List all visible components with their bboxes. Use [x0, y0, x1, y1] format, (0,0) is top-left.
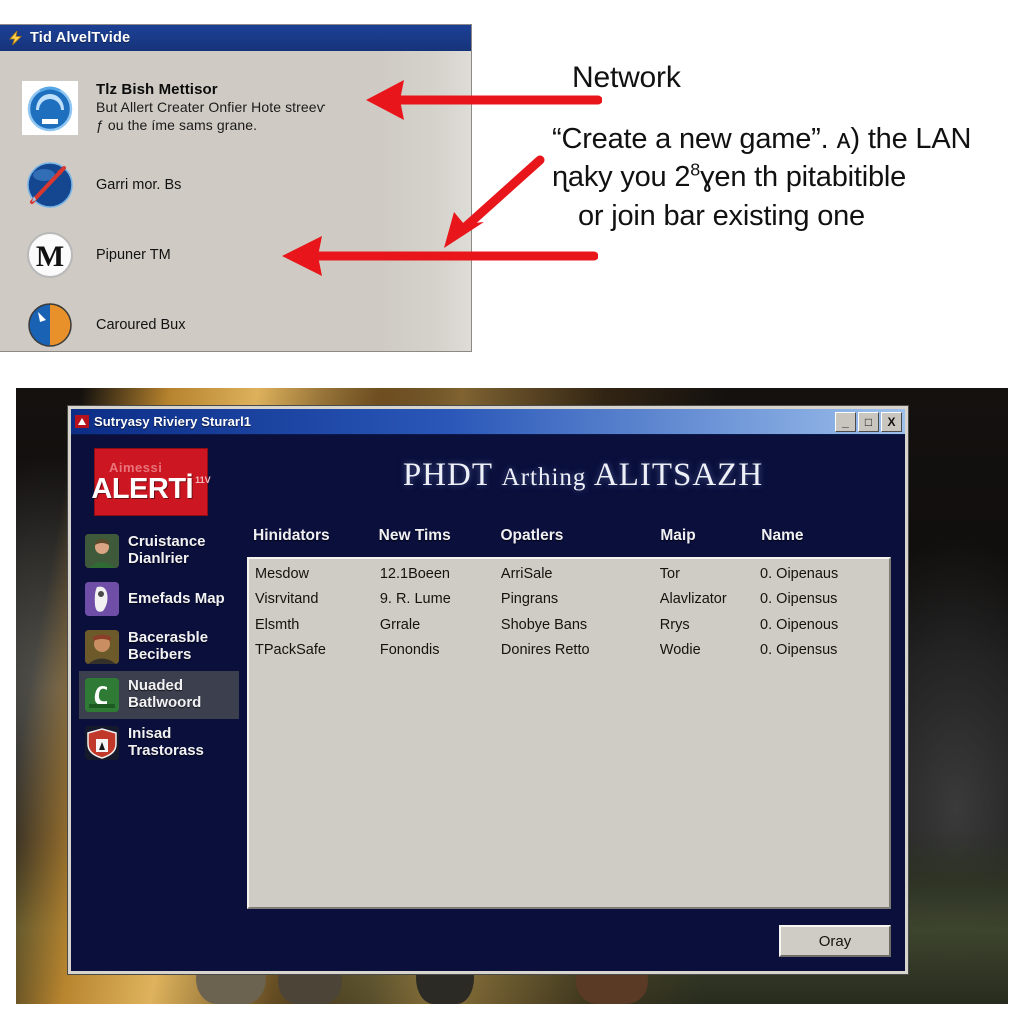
letter-m-circle-icon: M [20, 229, 80, 281]
dialog-title: Tid AlvelTvide [30, 30, 131, 46]
ok-button[interactable]: Oray [779, 925, 891, 957]
annotation-line-2: ɳaky you 28ɣen th pitabitible [552, 158, 1020, 197]
app-icon [75, 415, 89, 428]
table-row[interactable]: TPackSafe Fonondis Donires Retto Wodie 0… [249, 638, 889, 663]
red-shield-badge-icon [85, 726, 119, 760]
alert-logo-main: ALERTİ 11V [91, 472, 211, 505]
dialog-option-sub-1: But Allert Creater Onfier Hote streeѵ [96, 99, 326, 115]
annotation-line-2-superscript: 8 [690, 159, 701, 180]
dialog-option-sub-2: ƒ ou the íme sams grane. [96, 116, 258, 133]
sidebar-item-label: Bacerasble Becibers [128, 629, 209, 663]
table-cell: Grrale [379, 616, 421, 633]
game-window-title-group: Sutryasy Riviery Sturarl1 [75, 414, 251, 429]
sidebar-item-nuaded-batlwoord[interactable]: Nuaded Batlwoord [79, 671, 239, 719]
sidebar-item-emefads-map[interactable]: Emefads Map [79, 575, 239, 623]
table-cell: 0. Oipensus [760, 591, 838, 608]
table-column-header: New Tims [378, 527, 451, 544]
table-cell: Pingrans [500, 591, 559, 608]
table-cell: 0. Oipenous [760, 616, 839, 633]
table-column-header: Hinidators [253, 527, 330, 544]
sidebar-item-label: Inisad Trastorass [128, 725, 204, 759]
table-cell: TPackSafe [255, 642, 326, 659]
blue-globe-shield-icon [20, 79, 80, 137]
table-cell: Mesdow [255, 566, 309, 582]
game-screenshot-panel: Sutryasy Riviery Sturarl1 _ □ X Aimessi … [16, 388, 1008, 1004]
alert-logo-word: ALERTİ [91, 472, 194, 505]
table-cell: Visrvitand [255, 591, 319, 608]
game-window-body: Aimessi ALERTİ 11V PHDT Arthing ALITSAZH [71, 435, 905, 971]
annotation-line-2-b: ɣen th pitabitible [700, 161, 907, 194]
dialog-option-title: Tlz Bish Mettisor [96, 81, 218, 98]
minimize-button[interactable]: _ [835, 411, 856, 432]
heading-part-a: PHDT [402, 457, 493, 493]
dialog-option-title: Caroured Bux [96, 317, 186, 333]
green-emblem-icon [85, 678, 119, 712]
dialog-titlebar: Tid AlvelTvide [0, 25, 471, 51]
table-cell: Rrys [659, 616, 690, 633]
lightning-bolt-icon [8, 31, 24, 45]
table-cell: Elsmth [255, 616, 300, 633]
heading-part-small: Arthing [501, 464, 587, 491]
sidebar-item-label: Emefads Map [128, 589, 225, 607]
game-sidebar: Cruistance Dianlrier Emefads Map Baceras… [79, 527, 239, 961]
dialog-option-text: Tlz Bish Mettisor But Allert Creater Onf… [96, 79, 326, 135]
close-button[interactable]: X [881, 411, 902, 432]
table-row[interactable]: Visrvitand 9. R. Lume Pingrans Alavlizat… [249, 587, 889, 612]
blue-sphere-compass-icon [20, 159, 80, 211]
commander-portrait-icon [85, 630, 119, 664]
alert-logo-superscript: 11V [195, 474, 211, 485]
dialog-option-title: Garri mor. Bs [96, 177, 182, 193]
table-cell: 0. Oipensus [760, 642, 838, 659]
table-row[interactable]: Elsmth Grrale Shobye Bans Rrys 0. Oipeno… [249, 613, 889, 638]
table-header-row: Hinidators New Tims Opatlers Maip Name [247, 527, 891, 551]
table-cell: 12.1Boeen [379, 566, 450, 582]
svg-text:M: M [36, 240, 64, 273]
windows-dialog: Tid AlvelTvide Tlz Bish Mettisor But All… [0, 24, 472, 352]
heading-part-b: ALITSAZH [593, 457, 764, 493]
map-scroll-icon [85, 582, 119, 616]
alert-logo: Aimessi ALERTİ 11V [91, 449, 211, 515]
soldier-portrait-icon [85, 534, 119, 568]
annotation-text-block: Network “Create a new game”. ᴀ) the LAN … [552, 58, 1020, 236]
annotation-line-2-a: ɳaky you 2 [552, 161, 691, 194]
window-controls: _ □ X [835, 411, 902, 432]
sidebar-item-cruistance[interactable]: Cruistance Dianlrier [79, 527, 239, 575]
dialog-option-row[interactable]: Caroured Bux [0, 299, 471, 351]
sidebar-item-bacerasble[interactable]: Bacerasble Becibers [79, 623, 239, 671]
table-cell: Alavlizator [659, 591, 727, 608]
dialog-body: Tlz Bish Mettisor But Allert Creater Onf… [0, 51, 471, 351]
dialog-option-row[interactable]: M Pipuner TM [0, 229, 471, 281]
sidebar-item-inisad-trastorass[interactable]: Inisad Trastorass [79, 719, 239, 767]
table-body[interactable]: Mesdow 12.1Boeen ArriSale Tor 0. Oipenau… [247, 557, 891, 909]
game-network-window: Sutryasy Riviery Sturarl1 _ □ X Aimessi … [68, 406, 908, 974]
top-annotated-panel: Tid AlvelTvide Tlz Bish Mettisor But All… [0, 0, 1024, 372]
table-cell: Donires Retto [500, 642, 590, 659]
table-cell: Wodie [659, 642, 701, 659]
table-cell: ArriSale [500, 566, 553, 582]
orange-blue-globe-icon [20, 299, 80, 351]
table-cell: Shobye Bans [500, 616, 588, 633]
annotation-line-1: “Create a new game”. ᴀ) the LAN [552, 122, 972, 155]
game-window-heading: PHDT Arthing ALITSAZH [281, 457, 885, 494]
table-column-header: Opatlers [500, 527, 564, 544]
table-row[interactable]: Mesdow 12.1Boeen ArriSale Tor 0. Oipenau… [249, 562, 889, 587]
sidebar-item-label: Cruistance Dianlrier [128, 533, 206, 567]
game-window-titlebar: Sutryasy Riviery Sturarl1 _ □ X [71, 409, 905, 435]
alert-logo-subtitle: Aimessi [109, 459, 163, 475]
table-cell: Tor [659, 566, 680, 582]
table-cell: Fonondis [379, 642, 440, 659]
table-cell: 0. Oipenaus [760, 566, 839, 582]
table-column-header: Name [761, 527, 804, 544]
game-window-title: Sutryasy Riviery Sturarl1 [94, 414, 252, 429]
annotation-line-3: or join bar existing one [578, 200, 865, 233]
table-cell: 9. R. Lume [379, 591, 451, 608]
dialog-option-row[interactable]: Tlz Bish Mettisor But Allert Creater Onf… [0, 79, 471, 137]
maximize-button[interactable]: □ [858, 411, 879, 432]
sidebar-item-label: Nuaded Batlwoord [128, 677, 202, 711]
table-column-header: Maip [660, 527, 696, 544]
annotation-network-label: Network [572, 61, 681, 94]
dialog-option-row[interactable]: Garri mor. Bs [0, 159, 471, 211]
dialog-option-title: Pipuner TM [96, 247, 171, 263]
game-table: Hinidators New Tims Opatlers Maip Name M… [247, 527, 891, 909]
